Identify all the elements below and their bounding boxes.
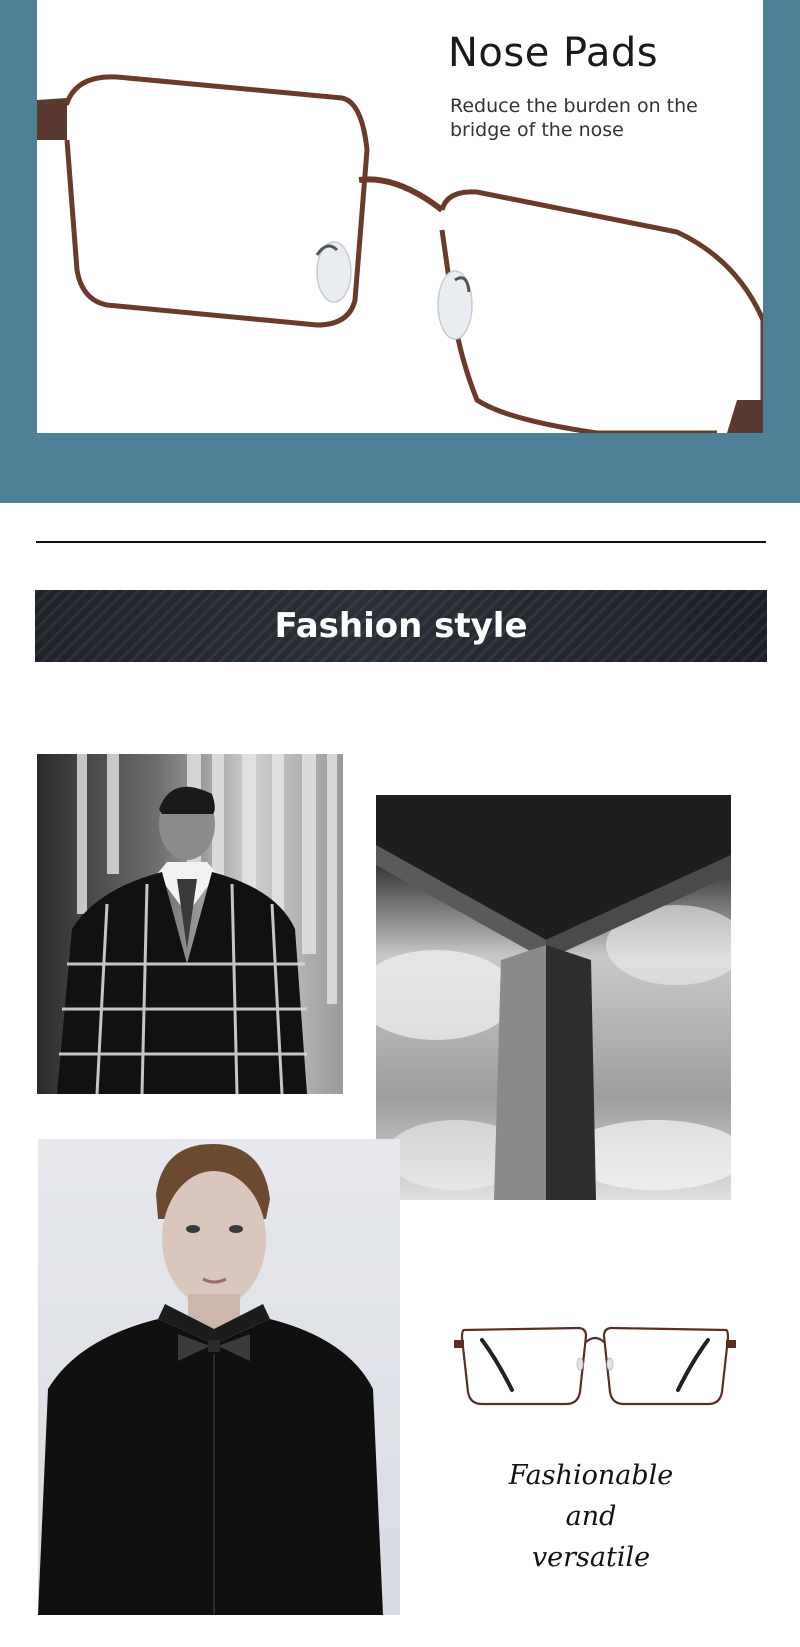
tagline-line-3: versatile [531,1542,651,1573]
model-bowtie-photo [38,1139,400,1615]
architecture-sky-image [376,795,731,1200]
nose-pads-title: Nose Pads [448,30,659,76]
architecture-sky-photo [376,795,731,1200]
tagline-line-1: Fashionable [508,1460,674,1491]
model-checked-suit-image [57,754,337,1094]
eyeglasses-icon [454,1326,736,1406]
banner-title: Fashion style [274,606,528,646]
fashion-style-banner: Fashion style [35,590,767,662]
model-checked-suit-photo [37,754,343,1094]
model-bowtie-image [38,1144,383,1615]
nose-pads-card: Nose Pads Reduce the burden on the bridg… [37,0,763,433]
section-divider [36,541,766,543]
fashion-tagline: Fashionable and versatile [500,1455,682,1578]
nose-pads-subtitle: Reduce the burden on the bridge of the n… [450,95,698,141]
tagline-line-2: and [565,1501,617,1532]
